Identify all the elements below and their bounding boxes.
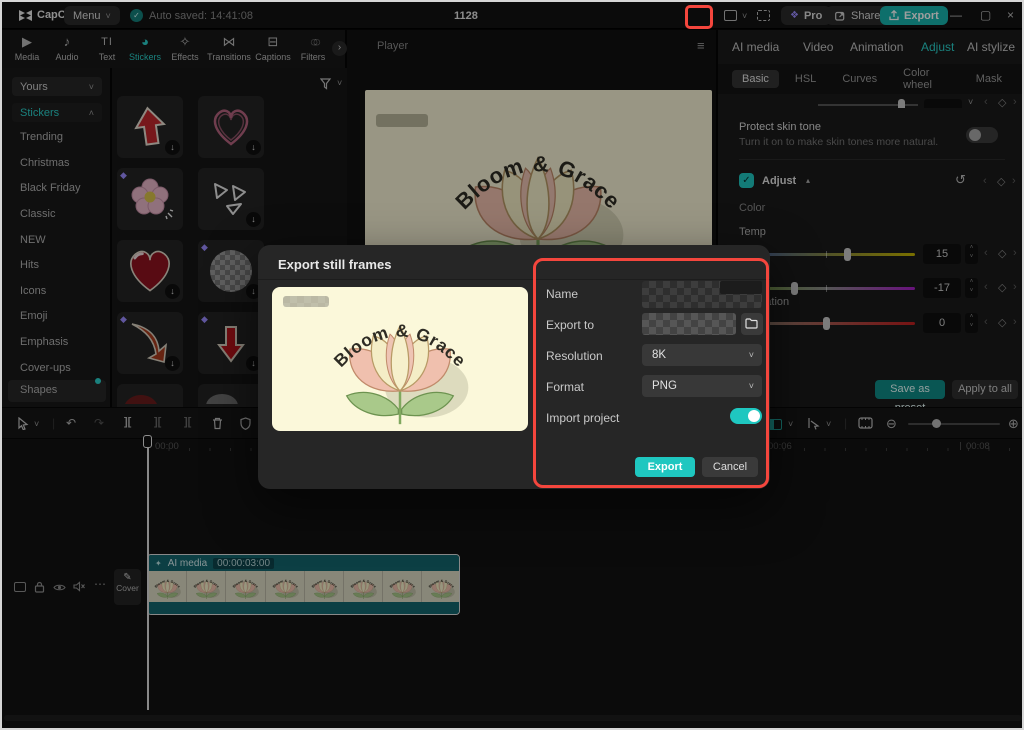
app-window: Bloom & Grace CapCut Menu˅ ✓ Auto saved:…: [0, 0, 1024, 730]
dialog-preview: [272, 287, 528, 431]
preview-brand-artwork: [300, 289, 500, 431]
annotation-highlight-titlebar: [685, 5, 713, 29]
annotation-highlight-dialog-form: [533, 258, 769, 488]
dialog-title: Export still frames: [278, 257, 391, 272]
